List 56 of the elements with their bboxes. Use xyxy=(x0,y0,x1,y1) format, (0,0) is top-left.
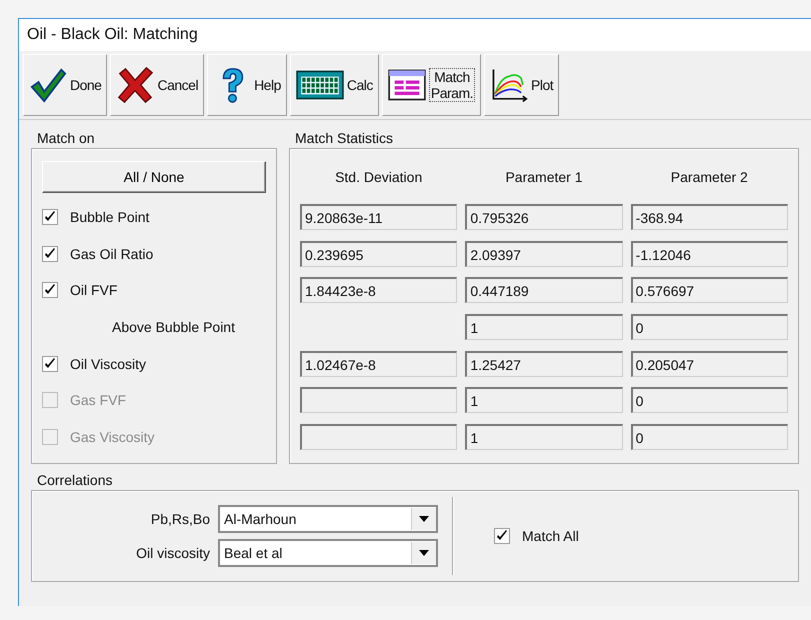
checkbox[interactable] xyxy=(42,356,58,372)
toolbar-button[interactable]: Plot xyxy=(484,54,560,116)
checkbox[interactable] xyxy=(42,246,58,262)
checkbox-label: Oil Viscosity xyxy=(70,356,146,372)
column-header: Parameter 1 xyxy=(504,169,584,185)
value-field[interactable] xyxy=(300,424,458,450)
value-field[interactable]: 9.20863e-11 xyxy=(300,204,458,230)
checkmark-icon xyxy=(29,66,67,104)
group-title: Match Statistics xyxy=(294,130,394,148)
row-label: Above Bubble Point xyxy=(111,319,235,336)
dropdown-arrow-icon xyxy=(419,550,429,556)
column-header: Parameter 2 xyxy=(670,169,749,185)
toolbar-button[interactable]: Calc xyxy=(290,54,379,116)
value-field[interactable]: 1 xyxy=(465,424,623,450)
checkbox-label: Gas Oil Ratio xyxy=(70,246,154,262)
value-field[interactable]: 0.205047 xyxy=(630,350,788,377)
calculator-icon xyxy=(296,68,344,102)
value-field[interactable]: 1.84423e-8 xyxy=(300,277,458,304)
checkbox[interactable] xyxy=(494,528,510,544)
dropdown[interactable]: Al-Marhoun xyxy=(218,505,438,534)
value-field[interactable] xyxy=(300,387,458,414)
dropdown-arrow-icon xyxy=(419,516,429,522)
checkbox-label: Oil FVF xyxy=(70,282,118,298)
toolbar-button[interactable]: Cancel xyxy=(110,54,204,116)
dropdown[interactable]: Beal et al xyxy=(218,539,438,568)
value-field[interactable]: 0 xyxy=(630,424,788,450)
dropdown-label: Pb,Rs,Bo xyxy=(150,511,210,528)
value-field[interactable]: 1.25427 xyxy=(465,350,623,377)
checkbox[interactable] xyxy=(42,282,58,298)
value-field[interactable]: 0 xyxy=(630,387,788,414)
all-none-button[interactable]: All / None xyxy=(42,161,266,193)
column-header: Std. Deviation xyxy=(334,169,424,185)
value-field[interactable]: -1.12046 xyxy=(630,240,788,267)
group-title: Correlations xyxy=(36,472,114,490)
value-field[interactable]: -368.94 xyxy=(630,204,788,230)
toolbar-button[interactable]: Match Param. xyxy=(382,54,481,116)
value-field[interactable]: 0.795326 xyxy=(465,204,623,230)
value-field[interactable]: 0 xyxy=(630,314,788,340)
value-field[interactable]: 0.576697 xyxy=(630,277,788,304)
toolbar-button[interactable]: Done xyxy=(23,54,108,116)
value-field[interactable]: 1 xyxy=(465,387,623,414)
checkbox-label: Bubble Point xyxy=(70,209,150,226)
value-field[interactable]: 0.239695 xyxy=(300,240,458,267)
value-field[interactable]: 0.447189 xyxy=(465,277,623,304)
value-field[interactable]: 1.02467e-8 xyxy=(300,350,458,377)
value-field[interactable]: 2.09397 xyxy=(465,240,623,267)
cross-icon xyxy=(116,66,154,104)
checkbox-label: Gas Viscosity xyxy=(70,428,155,445)
value-field[interactable]: 1 xyxy=(465,314,623,340)
window-title: Oil - Black Oil: Matching xyxy=(27,26,198,44)
checkbox-label: Gas FVF xyxy=(70,392,126,408)
toolbar-button[interactable]: Help xyxy=(207,54,287,116)
dropdown-label: Oil viscosity xyxy=(136,545,210,562)
checkbox-label: Match All xyxy=(522,528,579,544)
group-title: Match on xyxy=(36,130,96,148)
checkbox[interactable] xyxy=(42,209,58,226)
